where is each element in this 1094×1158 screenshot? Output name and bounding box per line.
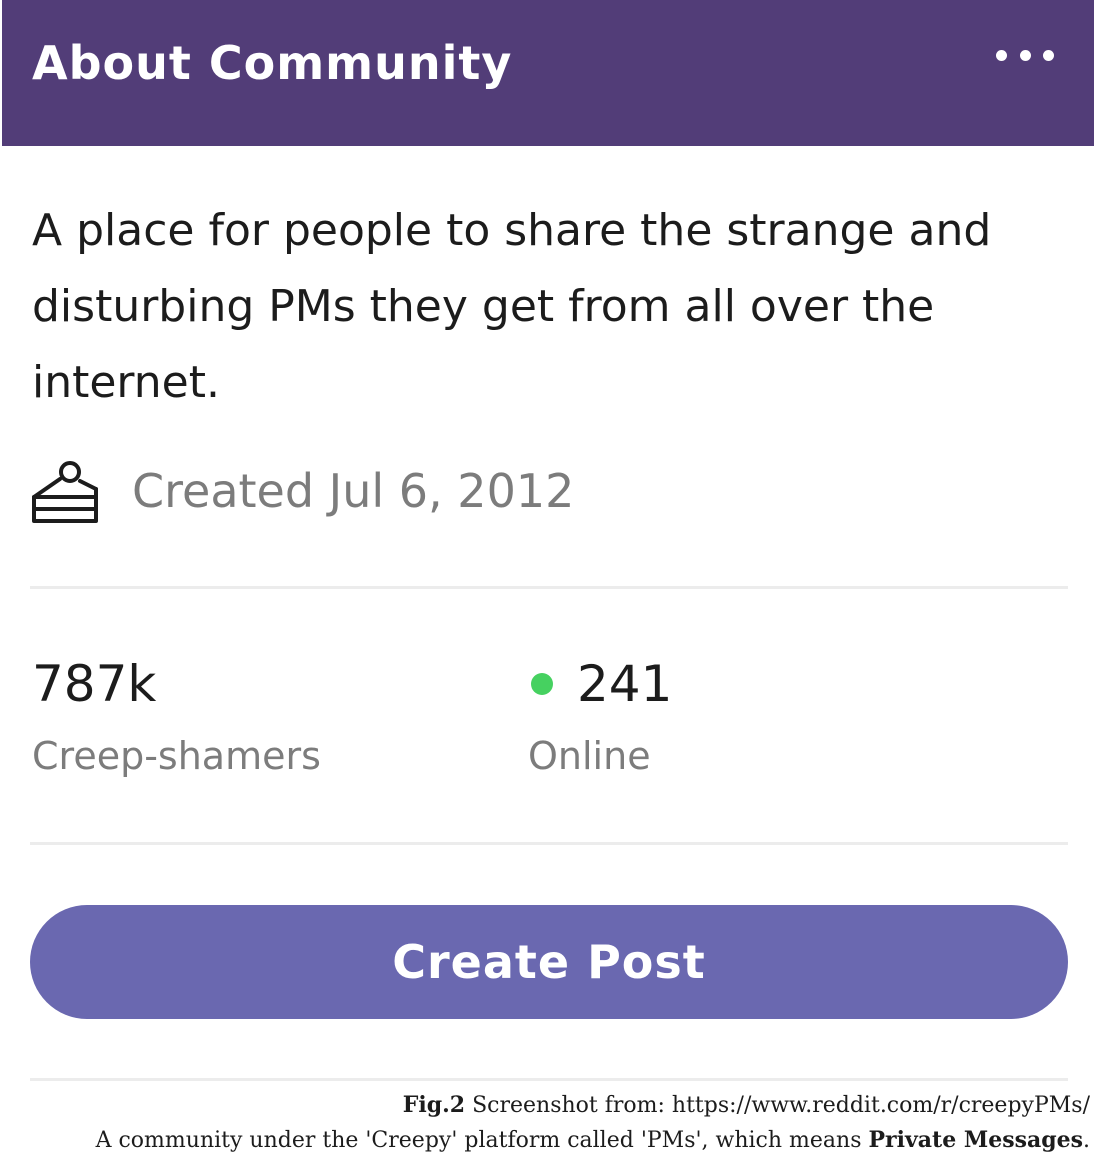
divider [30, 842, 1068, 845]
figure-caption: Fig.2 Screenshot from: https://www.reddi… [96, 1088, 1090, 1158]
members-stat: 787k Creep-shamers [32, 652, 321, 778]
caption-source: Screenshot from: https://www.reddit.com/… [465, 1093, 1090, 1118]
created-date-row: Created Jul 6, 2012 [32, 456, 574, 526]
caption-emphasis: Private Messages [868, 1127, 1084, 1153]
more-dot [1043, 49, 1054, 61]
divider [30, 586, 1068, 589]
create-post-button[interactable]: Create Post [30, 905, 1068, 1019]
online-label: Online [528, 734, 651, 778]
caption-line-2: A community under the 'Creepy' platform … [96, 1123, 1090, 1158]
members-label: Creep-shamers [32, 734, 321, 778]
more-dot [1019, 49, 1031, 61]
members-count: 787k [32, 655, 157, 713]
caption-description: A community under the 'Creepy' platform … [95, 1128, 869, 1153]
header-title: About Community [32, 36, 513, 90]
online-count: 241 [577, 655, 673, 713]
online-status-dot-icon [531, 673, 553, 695]
divider [30, 1078, 1068, 1081]
online-stat: 241 Online [528, 652, 672, 778]
caption-fig-label: Fig.2 [402, 1092, 466, 1118]
online-count-row: 241 [531, 652, 672, 716]
caption-line-1: Fig.2 Screenshot from: https://www.reddi… [96, 1088, 1090, 1123]
caption-end: . [1083, 1128, 1090, 1153]
more-horizontal-icon[interactable] [996, 48, 1054, 62]
cake-icon [32, 461, 98, 523]
more-dot [996, 49, 1007, 61]
community-description: A place for people to share the strange … [32, 205, 992, 408]
community-header: About Community [2, 0, 1094, 146]
created-date-text: Created Jul 6, 2012 [132, 464, 575, 518]
